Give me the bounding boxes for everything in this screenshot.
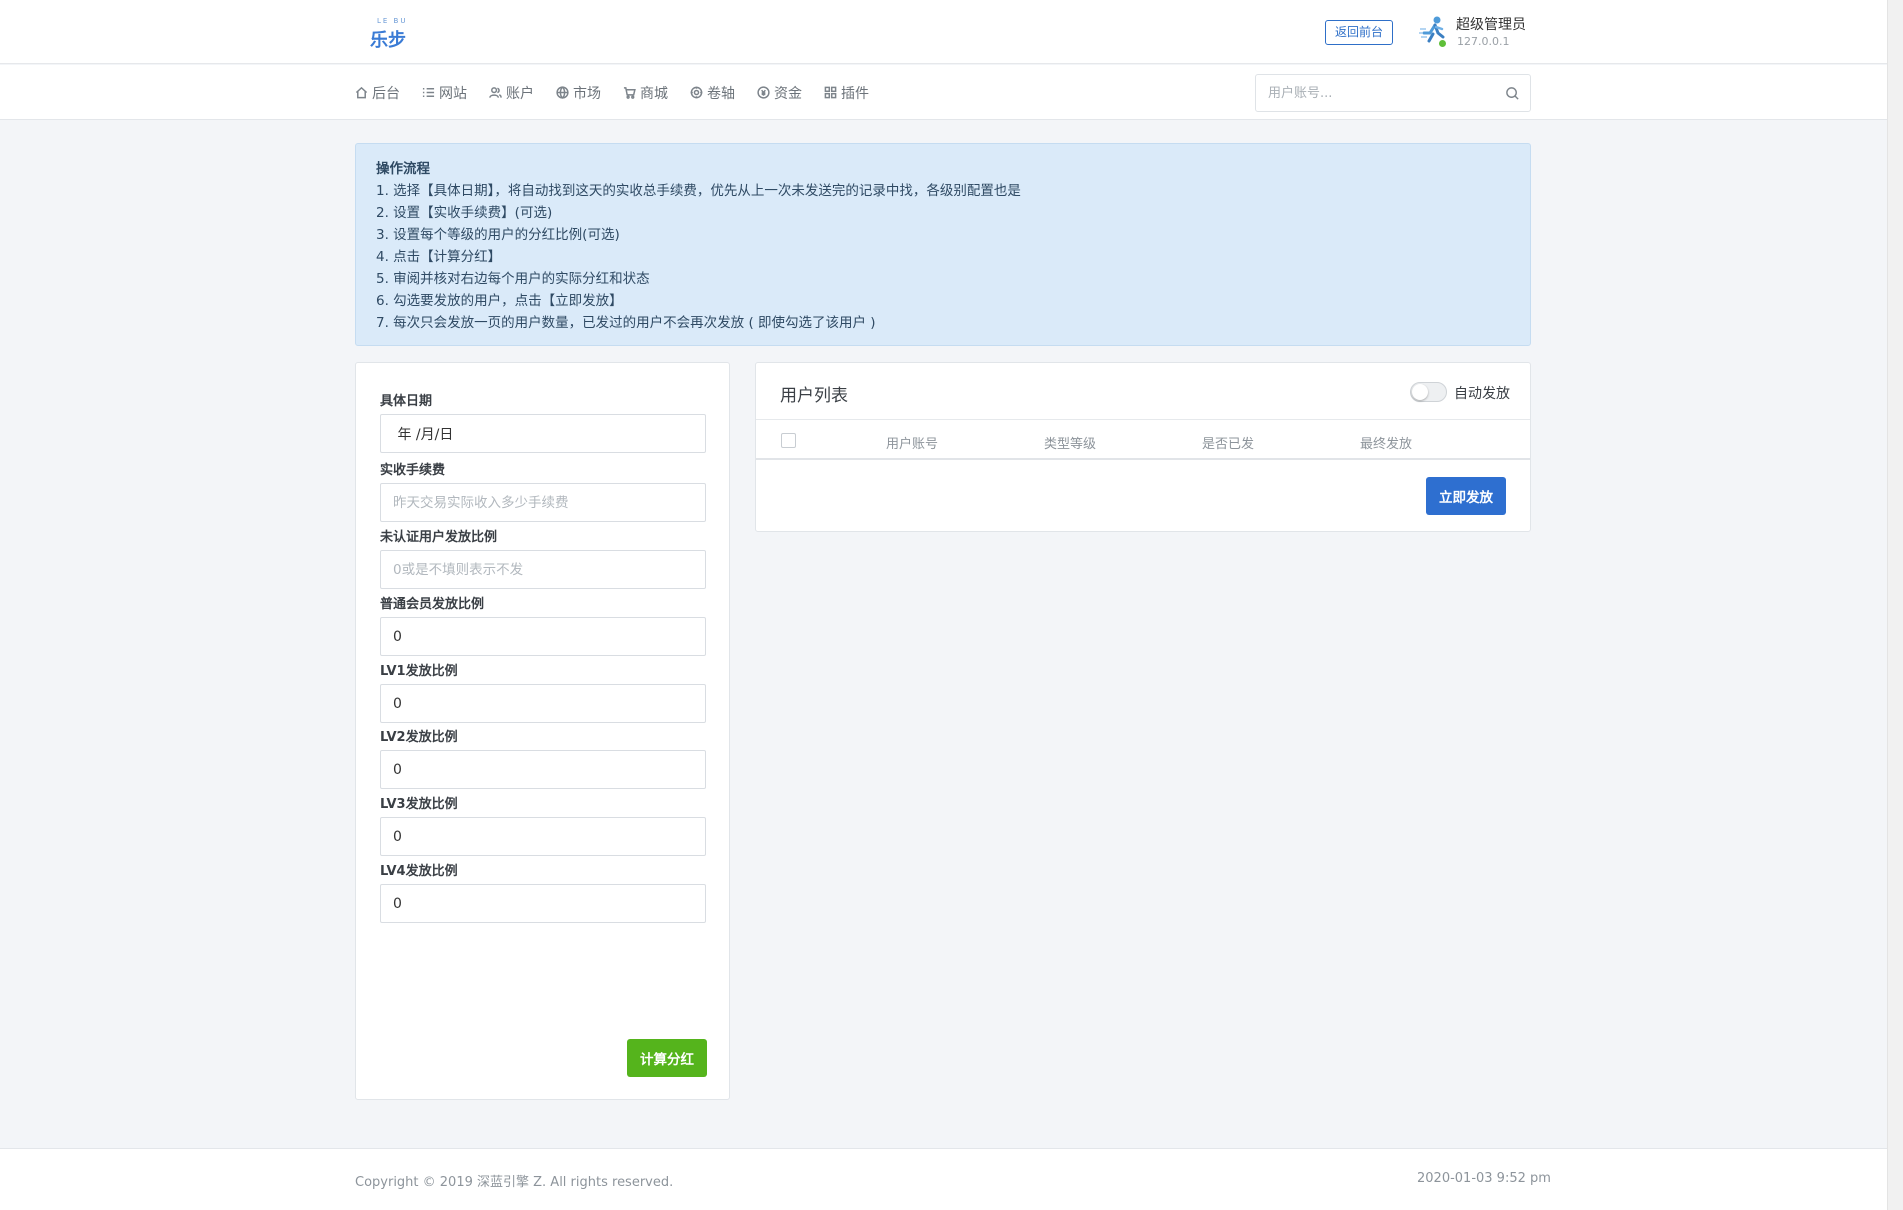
lv3-ratio-label: LV3发放比例 <box>380 797 458 812</box>
page-scrollbar[interactable] <box>1887 0 1903 1210</box>
column-header-final[interactable]: 最终发放 <box>1360 433 1412 452</box>
lv4-ratio-input[interactable] <box>380 884 706 923</box>
nav-item-market[interactable]: 市场 <box>556 83 601 103</box>
alert-title: 操作流程 <box>376 161 430 177</box>
nav-item-label: 卷轴 <box>707 85 735 102</box>
auto-send-label: 自动发放 <box>1454 386 1510 402</box>
column-header-sent[interactable]: 是否已发 <box>1202 433 1254 452</box>
instruction-line: 7. 每次只会发放一页的用户数量，已发过的用户不会再次发放 ( 即使勾选了该用户… <box>376 315 876 331</box>
auto-send-toggle[interactable] <box>1410 382 1447 402</box>
instruction-line: 1. 选择【具体日期】，将自动找到这天的实收总手续费，优先从上一次未发送完的记录… <box>376 183 1021 199</box>
copyright: Copyright © 2019 深蓝引擎 Z. All rights rese… <box>355 1175 674 1190</box>
fee-label: 实收手续费 <box>380 463 446 478</box>
instruction-line: 5. 审阅并核对右边每个用户的实际分红和状态 <box>376 271 650 287</box>
lv1-ratio-label: LV1发放比例 <box>380 664 458 679</box>
nav-item-plugins[interactable]: 插件 <box>824 83 869 103</box>
coin-icon <box>757 86 770 99</box>
nav-item-dashboard[interactable]: 后台 <box>355 83 400 103</box>
select-all-checkbox[interactable] <box>781 433 796 448</box>
column-header-account[interactable]: 用户账号 <box>886 433 938 452</box>
lv1-ratio-input[interactable] <box>380 684 706 723</box>
nav-item-label: 网站 <box>439 85 467 102</box>
nav-item-website[interactable]: 网站 <box>422 83 467 103</box>
lv2-ratio-label: LV2发放比例 <box>380 730 458 745</box>
unverified-ratio-input[interactable] <box>380 550 706 589</box>
lv3-ratio-input[interactable] <box>380 817 706 856</box>
date-input[interactable] <box>380 414 706 453</box>
user-list-panel: 用户列表 自动发放 用户账号 类型等级 是否已发 最终发放 立即发放 <box>755 362 1531 532</box>
user-name[interactable]: 超级管理员 <box>1456 14 1526 34</box>
back-to-frontend-button[interactable]: 返回前台 <box>1325 20 1393 45</box>
nav-item-label: 账户 <box>506 85 534 102</box>
home-icon <box>355 86 368 99</box>
user-search <box>1255 74 1531 112</box>
nav-item-label: 资金 <box>774 85 802 102</box>
process-instructions: 操作流程 1. 选择【具体日期】，将自动找到这天的实收总手续费，优先从上一次未发… <box>355 143 1531 346</box>
globe-icon <box>556 86 569 99</box>
nav-item-label: 插件 <box>841 85 869 102</box>
nav-item-shop[interactable]: 商城 <box>623 83 668 103</box>
online-status-dot <box>1438 39 1447 48</box>
toggle-knob <box>1412 384 1428 400</box>
avatar[interactable] <box>1418 15 1448 49</box>
nav-item-scroll[interactable]: 卷轴 <box>690 83 735 103</box>
cart-icon <box>623 87 636 99</box>
footer: Copyright © 2019 深蓝引擎 Z. All rights rese… <box>0 1148 1887 1210</box>
footer-time: 2020-01-03 9:52 pm <box>1417 1171 1551 1186</box>
nav-item-label: 商城 <box>640 85 668 102</box>
panel-title: 用户列表 <box>780 386 848 406</box>
instruction-line: 6. 勾选要发放的用户，点击【立即发放】 <box>376 293 623 309</box>
users-icon <box>489 87 502 98</box>
list-icon <box>422 88 435 97</box>
table-header: 用户账号 类型等级 是否已发 最终发放 <box>756 419 1530 460</box>
fee-input[interactable] <box>380 483 706 522</box>
send-now-button[interactable]: 立即发放 <box>1426 477 1506 515</box>
search-icon[interactable] <box>1505 86 1520 101</box>
calculate-dividend-button[interactable]: 计算分红 <box>627 1039 707 1077</box>
unverified-ratio-label: 未认证用户发放比例 <box>380 530 498 545</box>
user-ip: 127.0.0.1 <box>1457 35 1510 48</box>
nav-item-funds[interactable]: 资金 <box>757 83 802 103</box>
logo[interactable]: LE BU 乐步 <box>368 14 408 51</box>
dividend-form: 具体日期 实收手续费 未认证用户发放比例 普通会员发放比例 LV1发放比例 LV… <box>355 362 730 1100</box>
date-label: 具体日期 <box>380 394 433 409</box>
nav-item-accounts[interactable]: 账户 <box>489 83 534 103</box>
grid-icon <box>824 86 837 99</box>
gear-icon <box>690 86 703 99</box>
instruction-line: 4. 点击【计算分红】 <box>376 249 502 265</box>
nav-item-label: 后台 <box>372 85 400 102</box>
column-header-level[interactable]: 类型等级 <box>1044 433 1096 452</box>
search-input[interactable] <box>1256 75 1491 111</box>
nav-item-label: 市场 <box>573 85 601 102</box>
main-nav: 后台 网站 账户 市场 商城 卷轴 资金 插件 <box>0 65 1887 120</box>
instruction-line: 3. 设置每个等级的用户的分红比例(可选) <box>376 227 620 243</box>
instruction-line: 2. 设置【实收手续费】(可选) <box>376 205 553 221</box>
top-bar: LE BU 乐步 返回前台 超级管理员 127.0.0.1 <box>0 0 1887 64</box>
member-ratio-label: 普通会员发放比例 <box>380 597 485 612</box>
lv4-ratio-label: LV4发放比例 <box>380 864 458 879</box>
lv2-ratio-input[interactable] <box>380 750 706 789</box>
logo-text: 乐步 <box>370 30 406 51</box>
logo-subtext: LE BU <box>377 17 408 25</box>
member-ratio-input[interactable] <box>380 617 706 656</box>
nav-menu: 后台 网站 账户 市场 商城 卷轴 资金 插件 <box>355 65 891 120</box>
